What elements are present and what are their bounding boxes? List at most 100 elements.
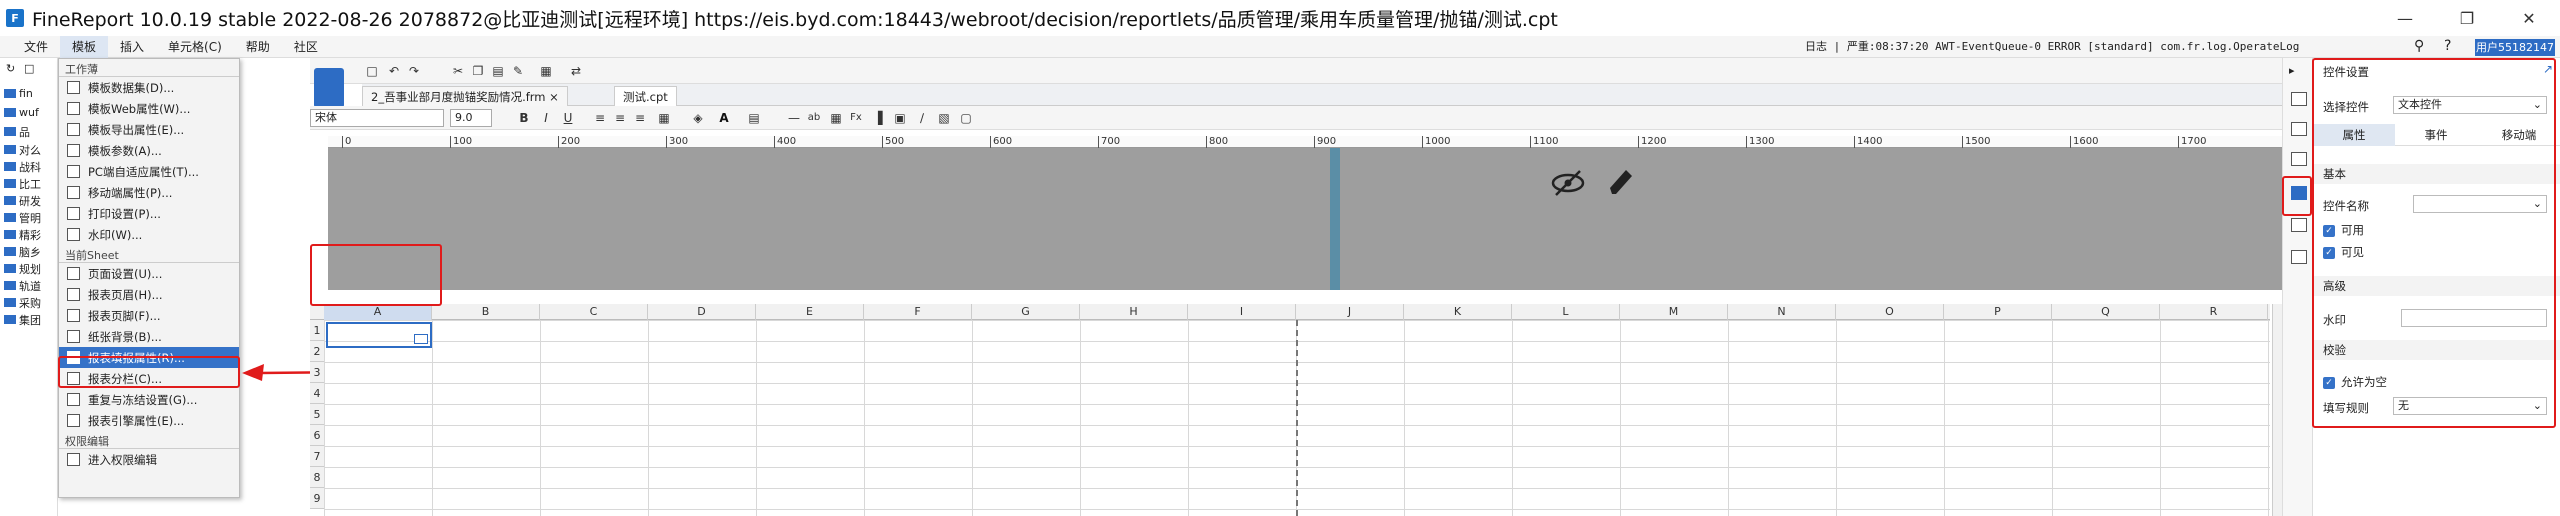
log-area[interactable]: 日志 | 严重:08:37:20 AWT-EventQueue-0 ERROR … bbox=[1805, 36, 2299, 58]
paste-icon[interactable]: ▤ bbox=[490, 63, 506, 79]
condition-icon[interactable] bbox=[2291, 152, 2307, 166]
tree-node[interactable]: 管明 bbox=[4, 209, 58, 226]
insert-row-icon[interactable]: — bbox=[786, 110, 802, 126]
image-icon[interactable]: ▣ bbox=[892, 110, 908, 126]
row-header-cell[interactable]: 3 bbox=[310, 362, 324, 383]
tab-frm[interactable]: 2_吾事业部月度抛锚奖励情况.frm × bbox=[362, 86, 568, 106]
tree-node[interactable]: 战科 bbox=[4, 158, 58, 175]
column-header-cell[interactable]: H bbox=[1080, 304, 1188, 320]
column-header-cell[interactable]: Q bbox=[2052, 304, 2160, 320]
text-icon[interactable]: ab bbox=[806, 110, 822, 126]
sheet-item[interactable]: 报表页脚(F)... bbox=[59, 305, 239, 326]
workbook-item[interactable]: 水印(W)... bbox=[59, 224, 239, 245]
row-header-cell[interactable]: 7 bbox=[310, 446, 324, 467]
link-icon[interactable] bbox=[2291, 250, 2307, 264]
tree-node[interactable]: 精彩 bbox=[4, 226, 58, 243]
sheet-item[interactable]: 报表页眉(H)... bbox=[59, 284, 239, 305]
workbook-item[interactable]: 移动端属性(P)... bbox=[59, 182, 239, 203]
row-header-cell[interactable]: 9 bbox=[310, 488, 324, 509]
sheet-item[interactable]: 重复与冻结设置(G)... bbox=[59, 389, 239, 410]
float-element-icon[interactable]: ▢ bbox=[958, 110, 974, 126]
search-icon[interactable]: ⚲ bbox=[2414, 38, 2424, 54]
menu-template[interactable]: 模板 bbox=[60, 35, 109, 58]
connect-icon[interactable]: ⇄ bbox=[568, 63, 584, 79]
restore-icon[interactable]: ❐ bbox=[2436, 0, 2498, 36]
sheet-item[interactable]: 报表引擎属性(E)... bbox=[59, 410, 239, 431]
hyperlink-icon[interactable] bbox=[2291, 218, 2307, 232]
subreport-icon[interactable]: ▧ bbox=[936, 110, 952, 126]
column-header-cell[interactable]: E bbox=[756, 304, 864, 320]
font-select[interactable]: 宋体 bbox=[310, 109, 444, 127]
column-header-cell[interactable]: F bbox=[864, 304, 972, 320]
redo-icon[interactable]: ↷ bbox=[406, 63, 422, 79]
save-icon[interactable]: □ bbox=[364, 63, 380, 79]
bold-icon[interactable]: B bbox=[516, 110, 532, 126]
tree-node[interactable]: 品 bbox=[4, 122, 58, 141]
tree-node[interactable]: 规划 bbox=[4, 260, 58, 277]
italic-icon[interactable]: I bbox=[538, 110, 554, 126]
formula-icon[interactable]: Fx bbox=[848, 110, 864, 126]
sheet-item[interactable]: 纸张背景(B)... bbox=[59, 326, 239, 347]
template-type-icon[interactable] bbox=[314, 68, 344, 108]
tree-node[interactable]: 比工 bbox=[4, 175, 58, 192]
tree-node[interactable]: wuf bbox=[4, 103, 58, 122]
menu-cell[interactable]: 单元格(C) bbox=[156, 36, 234, 58]
edit-icon[interactable] bbox=[1606, 166, 1636, 198]
menu-file[interactable]: 文件 bbox=[12, 36, 60, 58]
folder-icon[interactable]: □ bbox=[24, 62, 34, 75]
menu-help[interactable]: 帮助 bbox=[234, 36, 282, 58]
workbook-item[interactable]: 模板参数(A)... bbox=[59, 140, 239, 161]
row-header-cell[interactable]: 1 bbox=[310, 320, 324, 341]
column-header-cell[interactable]: M bbox=[1620, 304, 1728, 320]
column-header-cell[interactable]: P bbox=[1944, 304, 2052, 320]
user-badge[interactable]: 用户55182147 bbox=[2475, 39, 2555, 56]
column-header-cell[interactable]: J bbox=[1296, 304, 1404, 320]
row-header-cell[interactable]: 8 bbox=[310, 467, 324, 488]
column-header-cell[interactable]: R bbox=[2160, 304, 2268, 320]
fill-color-icon[interactable]: ◈ bbox=[690, 110, 706, 126]
column-header-cell[interactable]: C bbox=[540, 304, 648, 320]
column-header-cell[interactable]: K bbox=[1404, 304, 1512, 320]
merge-cell-icon[interactable]: ▤ bbox=[746, 110, 762, 126]
row-header-cell[interactable]: 4 bbox=[310, 383, 324, 404]
preview-icon[interactable]: ▦ bbox=[538, 63, 554, 79]
refresh-icon[interactable]: ↻ bbox=[6, 62, 15, 75]
close-icon[interactable]: ✕ bbox=[2498, 0, 2560, 36]
row-header-cell[interactable]: 5 bbox=[310, 404, 324, 425]
menu-insert[interactable]: 插入 bbox=[108, 36, 156, 58]
column-header-cell[interactable]: G bbox=[972, 304, 1080, 320]
log-label[interactable]: 日志 bbox=[1805, 40, 1827, 53]
undo-icon[interactable]: ↶ bbox=[386, 63, 402, 79]
align-right-icon[interactable]: ≡ bbox=[632, 110, 648, 126]
tree-node[interactable]: 对么 bbox=[4, 141, 58, 158]
column-header-cell[interactable]: D bbox=[648, 304, 756, 320]
copy-icon[interactable]: ❐ bbox=[470, 63, 486, 79]
workbook-item[interactable]: 打印设置(P)... bbox=[59, 203, 239, 224]
row-header-cell[interactable]: 2 bbox=[310, 341, 324, 362]
align-left-icon[interactable]: ≡ bbox=[592, 110, 608, 126]
tree-node[interactable]: 研发 bbox=[4, 192, 58, 209]
tree-node[interactable]: fin bbox=[4, 84, 58, 103]
tree-node[interactable]: 脑乡 bbox=[4, 243, 58, 260]
column-header-cell[interactable]: B bbox=[432, 304, 540, 320]
cut-icon[interactable]: ✂ bbox=[450, 63, 466, 79]
font-color-icon[interactable]: A bbox=[716, 110, 732, 126]
sheet-item[interactable]: 页面设置(U)... bbox=[59, 263, 239, 284]
tree-node[interactable]: 集团 bbox=[4, 311, 58, 328]
format-painter-icon[interactable]: ✎ bbox=[510, 63, 526, 79]
slash-icon[interactable]: ∕ bbox=[914, 110, 930, 126]
chart-icon[interactable]: ▐ bbox=[870, 110, 886, 126]
help-icon[interactable]: ? bbox=[2444, 38, 2451, 54]
size-select[interactable]: 9.0 bbox=[450, 109, 492, 127]
cell-element-icon[interactable] bbox=[2291, 122, 2307, 136]
workbook-item[interactable]: 模板数据集(D)... bbox=[59, 77, 239, 98]
tab-cpt[interactable]: 测试.cpt bbox=[614, 86, 677, 106]
underline-icon[interactable]: U bbox=[560, 110, 576, 126]
minimize-icon[interactable]: — bbox=[2374, 0, 2436, 36]
row-header-cell[interactable]: 6 bbox=[310, 425, 324, 446]
align-center-icon[interactable]: ≡ bbox=[612, 110, 628, 126]
column-header-cell[interactable]: I bbox=[1188, 304, 1296, 320]
workbook-item[interactable]: PC端自适应属性(T)... bbox=[59, 161, 239, 182]
hide-icon[interactable] bbox=[1550, 168, 1586, 198]
tree-node[interactable]: 采购 bbox=[4, 294, 58, 311]
